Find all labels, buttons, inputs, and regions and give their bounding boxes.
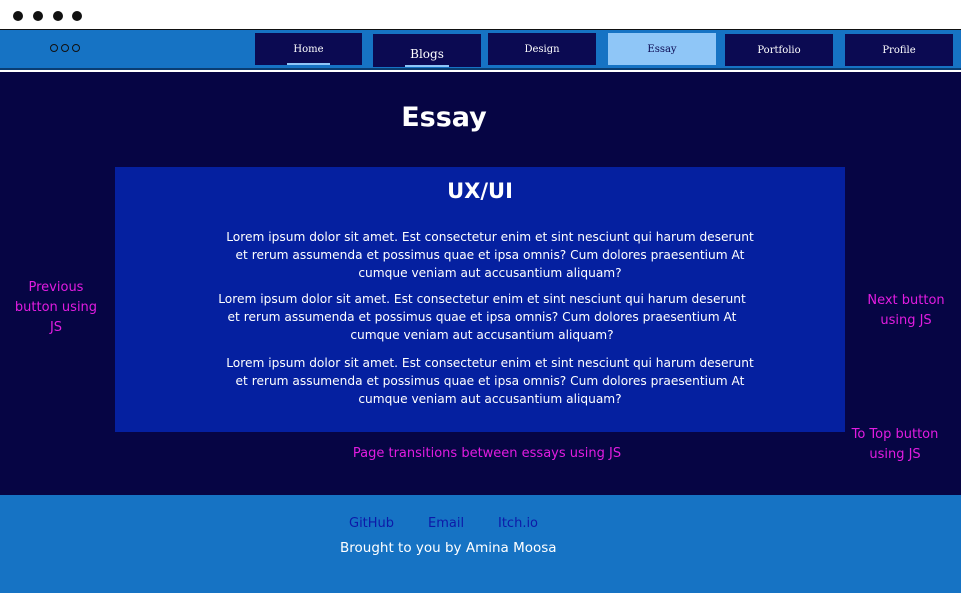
- ellipsis-icon[interactable]: [50, 44, 80, 56]
- nav-essay-label: Essay: [647, 43, 677, 55]
- email-link[interactable]: Email: [428, 516, 464, 531]
- nav-profile-label: Profile: [882, 44, 916, 56]
- window-titlebar: [0, 0, 961, 30]
- nav-essay-button[interactable]: Essay: [608, 33, 716, 65]
- window-dot: [72, 11, 82, 21]
- nav-profile-button[interactable]: Profile: [845, 34, 953, 66]
- next-button-note: Next button using JS: [867, 293, 945, 328]
- nav-blogs-button[interactable]: Blogs: [373, 34, 481, 67]
- footer-credit: Brought to you by Amina Moosa: [340, 540, 557, 556]
- window-dot: [53, 11, 63, 21]
- nav-blogs-label: Blogs: [410, 46, 444, 61]
- github-link[interactable]: GitHub: [349, 516, 394, 531]
- essay-paragraph: Lorem ipsum dolor sit amet. Est consecte…: [218, 292, 746, 342]
- nav-home-label: Home: [293, 43, 324, 55]
- nav-underline: [405, 65, 449, 67]
- previous-button-note: Previous button using JS: [14, 280, 98, 335]
- page-footer: GitHub Email Itch.io Brought to you by A…: [0, 495, 961, 593]
- essay-title: UX/UI: [447, 179, 513, 203]
- essay-paragraph: Lorem ipsum dolor sit amet. Est consecte…: [226, 230, 754, 280]
- page-transition-note: Page transitions between essays using JS: [352, 446, 622, 461]
- nav-design-label: Design: [524, 43, 560, 55]
- nav-home-button[interactable]: Home: [255, 33, 362, 65]
- itchio-link[interactable]: Itch.io: [498, 516, 538, 531]
- window-dot: [33, 11, 43, 21]
- main-content: Essay Previous button using JS UX/UI Lor…: [0, 72, 961, 495]
- window-dot: [13, 11, 23, 21]
- nav-portfolio-label: Portfolio: [757, 44, 801, 56]
- nav-portfolio-button[interactable]: Portfolio: [725, 34, 833, 66]
- essay-card: UX/UI Lorem ipsum dolor sit amet. Est co…: [115, 167, 845, 432]
- to-top-button-note: To Top button using JS: [851, 427, 939, 462]
- top-navbar: Home Blogs Design Essay Portfolio Profil…: [0, 30, 961, 70]
- page-title: Essay: [401, 102, 487, 133]
- nav-design-button[interactable]: Design: [488, 33, 596, 65]
- nav-underline: [287, 63, 330, 65]
- essay-paragraph: Lorem ipsum dolor sit amet. Est consecte…: [226, 356, 754, 406]
